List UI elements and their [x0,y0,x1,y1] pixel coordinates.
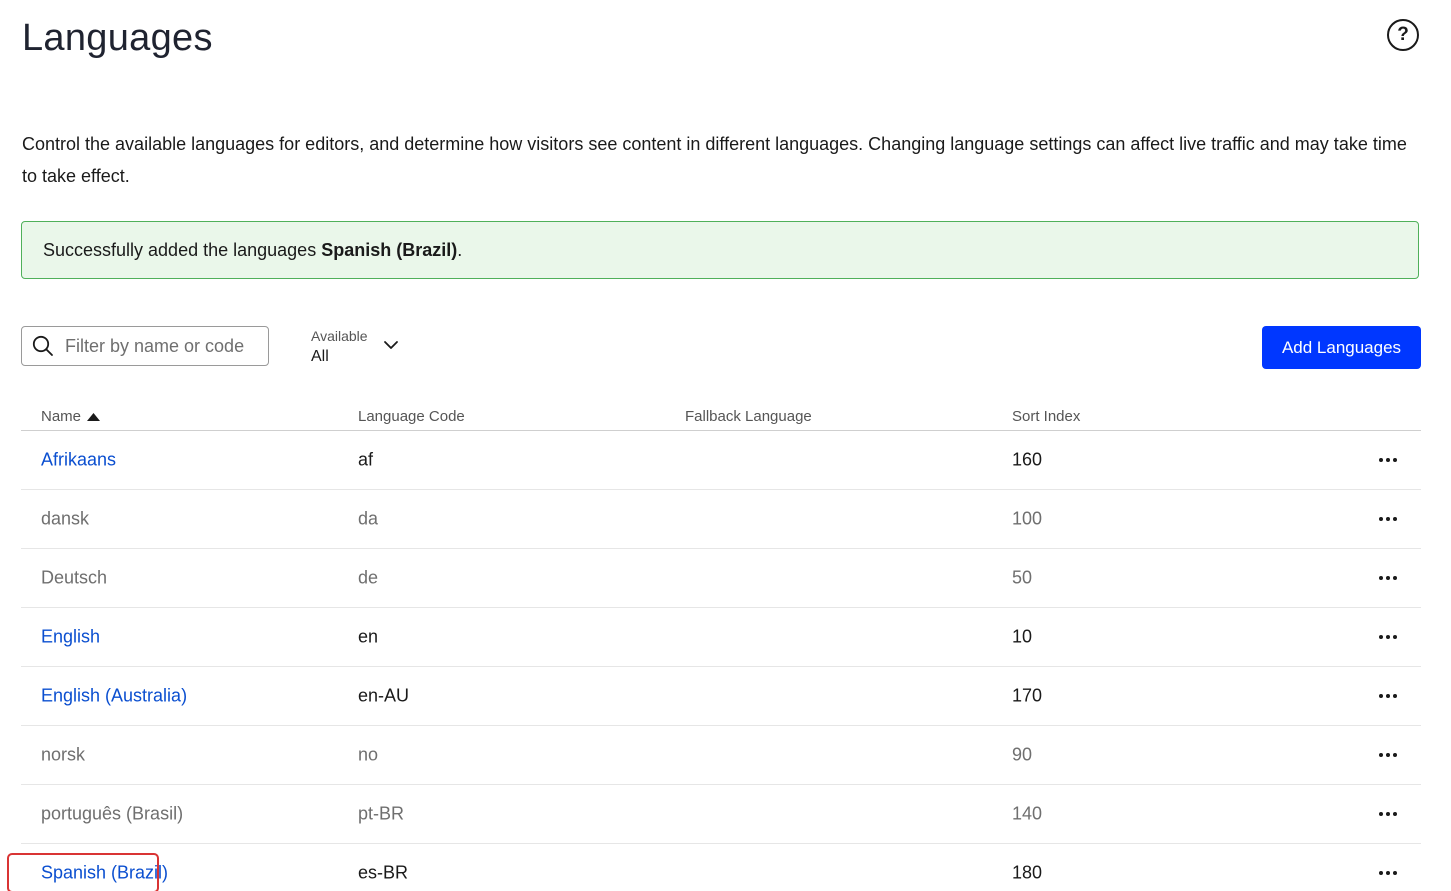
alert-suffix: . [457,239,463,260]
language-code: af [358,449,374,470]
sort-index: 180 [1012,862,1043,883]
add-languages-button[interactable]: Add Languages [1262,326,1421,369]
availability-filter-dropdown[interactable]: Available All [311,326,406,370]
menu-dot [1393,753,1397,757]
menu-dot [1386,458,1390,462]
menu-dot [1386,812,1390,816]
menu-dot [1393,694,1397,698]
help-glyph: ? [1397,24,1409,45]
menu-dot [1379,576,1383,580]
menu-dot [1386,694,1390,698]
chevron-down-icon [384,341,398,349]
table-row: dansk da 100 [21,490,1421,549]
menu-dot [1393,517,1397,521]
menu-dot [1393,871,1397,875]
language-name: norsk [41,744,86,765]
sort-index: 90 [1012,744,1033,765]
language-code: no [358,744,379,765]
page-title: Languages [22,17,213,59]
language-name: Deutsch [41,567,108,588]
language-name[interactable]: Spanish (Brazil) [41,863,168,884]
column-header-sort-index[interactable]: Sort Index [1012,408,1080,425]
language-code: de [358,567,379,588]
sort-index: 170 [1012,685,1043,706]
menu-dot [1393,812,1397,816]
sort-index: 100 [1012,508,1043,529]
search-icon [32,335,53,356]
search-field[interactable] [21,326,269,366]
sort-index: 10 [1012,626,1033,647]
table-row: English en 10 [21,608,1421,667]
success-alert: Successfully added the languages Spanish… [21,221,1419,279]
language-name[interactable]: English (Australia) [41,686,187,707]
table-row: português (Brasil) pt-BR 140 [21,785,1421,844]
language-code: pt-BR [358,803,405,824]
menu-dot [1386,517,1390,521]
sort-index: 140 [1012,803,1043,824]
menu-dot [1386,576,1390,580]
menu-dot [1379,753,1383,757]
table-row: norsk no 90 [21,726,1421,785]
more-actions-icon[interactable] [1379,455,1397,465]
more-actions-icon[interactable] [1379,691,1397,701]
more-actions-icon[interactable] [1379,573,1397,583]
language-code: en [358,626,379,647]
column-name-label: Name [41,408,82,425]
table-row: Spanish (Brazil) es-BR 180 [7,844,1421,891]
search-input[interactable] [63,334,267,358]
more-actions-icon[interactable] [1379,750,1397,760]
language-name: português (Brasil) [41,803,184,824]
table-header: Name Language Code Fallback Language Sor… [21,400,1421,431]
menu-dot [1393,458,1397,462]
language-code: en-AU [358,685,410,706]
alert-prefix: Successfully added the languages [43,239,322,260]
sort-index: 160 [1012,449,1043,470]
more-actions-icon[interactable] [1379,868,1397,878]
language-code: es-BR [358,862,409,883]
table-row: Deutsch de 50 [21,549,1421,608]
sort-ascending-icon [87,412,101,421]
table-row: English (Australia) en-AU 170 [21,667,1421,726]
menu-dot [1393,576,1397,580]
menu-dot [1386,635,1390,639]
filter-label: Available [311,328,368,344]
language-name: dansk [41,508,90,529]
language-name[interactable]: Afrikaans [41,450,116,471]
menu-dot [1386,753,1390,757]
page-description: Control the available languages for edit… [22,134,1407,186]
menu-dot [1379,871,1383,875]
languages-page: Languages ? Control the available langua… [0,0,1451,891]
more-actions-icon[interactable] [1379,809,1397,819]
sort-index: 50 [1012,567,1033,588]
alert-language-name: Spanish (Brazil) [321,239,458,260]
language-code: da [358,508,379,529]
language-name[interactable]: English [41,627,100,648]
question-circle-icon[interactable]: ? [1387,19,1419,51]
menu-dot [1393,635,1397,639]
more-actions-icon[interactable] [1379,632,1397,642]
column-header-name[interactable]: Name [41,408,101,425]
more-actions-icon[interactable] [1379,514,1397,524]
menu-dot [1379,635,1383,639]
column-header-fallback[interactable]: Fallback Language [685,408,812,425]
menu-dot [1379,517,1383,521]
filter-selected-value: All [311,348,329,365]
menu-dot [1379,458,1383,462]
menu-dot [1379,812,1383,816]
languages-table: Name Language Code Fallback Language Sor… [7,400,1421,891]
table-row: Afrikaans af 160 [21,431,1421,490]
table-body: Afrikaans af 160 dansk da 100 Deutsch de 50 Engli… [7,431,1421,891]
menu-dot [1386,871,1390,875]
menu-dot [1379,694,1383,698]
column-header-code[interactable]: Language Code [358,408,465,425]
